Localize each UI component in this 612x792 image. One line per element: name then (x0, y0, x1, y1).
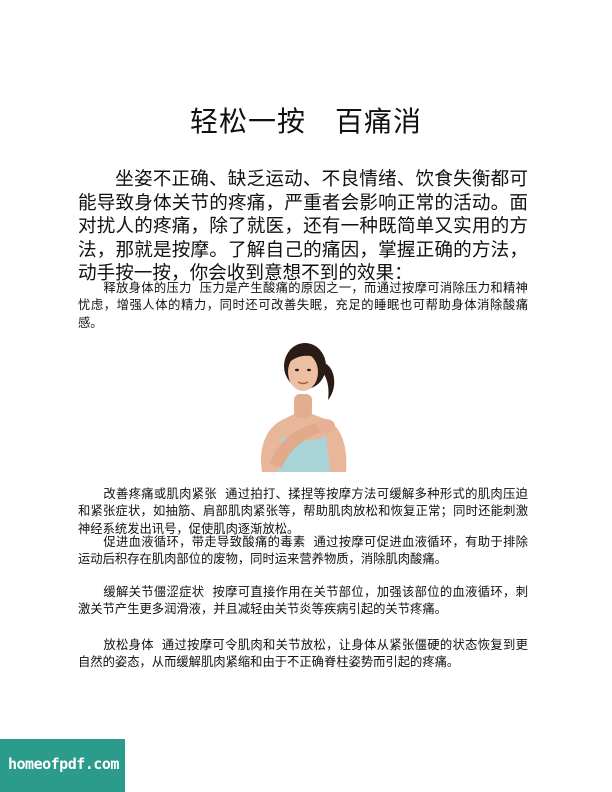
paragraph-lead: 缓解关节僵涩症状 (103, 585, 205, 599)
intro-paragraph: 坐姿不正确、缺乏运动、不良情绪、饮食失衡都可能导致身体关节的疼痛，严重者会影响正… (78, 168, 528, 286)
paragraph-lead: 放松身体 (103, 638, 154, 652)
intro-text: 坐姿不正确、缺乏运动、不良情绪、饮食失衡都可能导致身体关节的疼痛，严重者会影响正… (78, 169, 528, 284)
paragraph-lead: 释放身体的压力 (103, 281, 192, 295)
paragraph-joints: 缓解关节僵涩症状 按摩可直接作用在关节部位，加强该部位的血液循环，刺激关节产生更多… (78, 584, 528, 619)
paragraph-relax: 放松身体 通过按摩可令肌肉和关节放松，让身体从紧张僵硬的状态恢复到更自然的姿态，从… (78, 637, 528, 672)
paragraph-stress: 释放身体的压力 压力是产生酸痛的原因之一，而通过按摩可消除压力和精神忧虑，增强人体… (78, 280, 528, 332)
paragraph-lead: 改善疼痛或肌肉紧张 (103, 487, 218, 501)
page-title: 轻松一按 百痛消 (189, 105, 422, 138)
paragraph-pain: 改善疼痛或肌肉紧张 通过拍打、揉捏等按摩方法可缓解多种形式的肌肉压迫和紧张症状，如… (78, 486, 528, 538)
paragraph-lead: 促进血液循环，带走导致酸痛的毒素 (103, 535, 306, 549)
watermark-badge[interactable]: homeofpdf.com (0, 739, 125, 792)
watermark-text: homeofpdf.com (8, 755, 119, 773)
woman-shoulder-massage-photo (260, 343, 347, 472)
paragraph-circulation: 促进血液循环，带走导致酸痛的毒素 通过按摩可促进血液循环，有助于排除运动后积存在肌… (78, 534, 528, 569)
